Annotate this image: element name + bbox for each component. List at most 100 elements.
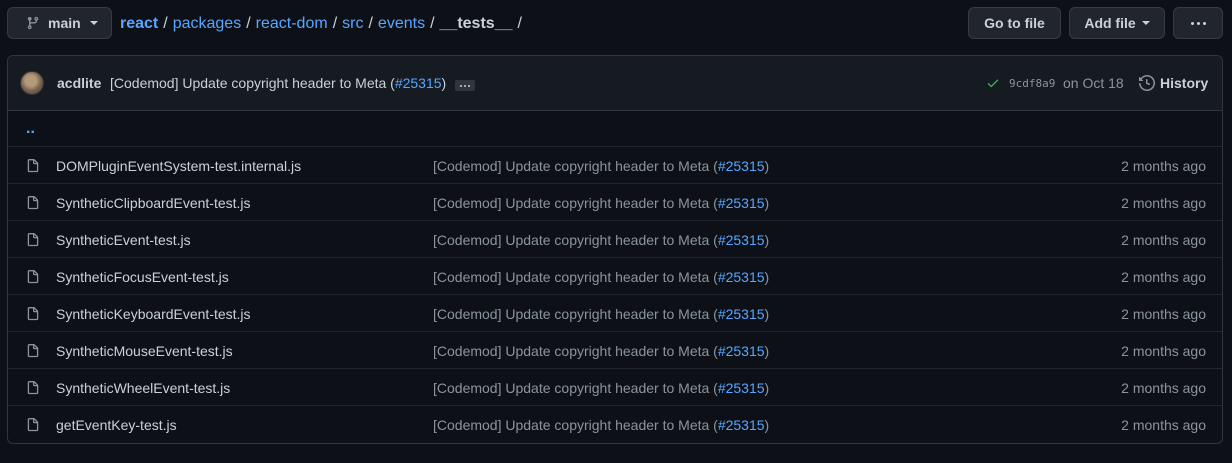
file-commit-age: 2 months ago: [1121, 343, 1206, 359]
file-icon: [27, 233, 39, 247]
file-row[interactable]: SyntheticFocusEvent-test.js [Codemod] Upd…: [8, 258, 1222, 295]
file-commit-message-text: [Codemod] Update copyright header to Met…: [433, 232, 718, 248]
file-name-link[interactable]: SyntheticKeyboardEvent-test.js: [56, 306, 251, 322]
file-name-link[interactable]: SyntheticEvent-test.js: [56, 232, 191, 248]
file-row[interactable]: SyntheticClipboardEvent-test.js [Codemod]…: [8, 184, 1222, 221]
file-commit-message-suffix: ): [764, 195, 770, 211]
breadcrumb: react / packages / react-dom / src / eve…: [120, 13, 527, 35]
breadcrumb-current-dir: __tests__: [439, 15, 513, 32]
git-branch-icon: [27, 16, 39, 30]
file-commit-message-text: [Codemod] Update copyright header to Met…: [433, 417, 718, 433]
commit-message-text: [Codemod] Update copyright header to Met…: [110, 75, 395, 91]
file-name-link[interactable]: getEventKey-test.js: [56, 417, 177, 433]
breadcrumb-repo-link[interactable]: react: [120, 15, 158, 33]
file-name-link[interactable]: SyntheticClipboardEvent-test.js: [56, 195, 251, 211]
add-file-label: Add file: [1084, 15, 1136, 31]
file-commit-message[interactable]: [Codemod] Update copyright header to Met…: [433, 232, 769, 248]
file-commit-message[interactable]: [Codemod] Update copyright header to Met…: [433, 158, 769, 174]
file-commit-message[interactable]: [Codemod] Update copyright header to Met…: [433, 269, 769, 285]
file-row[interactable]: SyntheticMouseEvent-test.js [Codemod] Upd…: [8, 332, 1222, 369]
go-to-file-label: Go to file: [984, 15, 1045, 31]
commit-sha[interactable]: 9cdf8a9: [1009, 77, 1055, 90]
file-commit-pr-link[interactable]: #25315: [718, 269, 765, 285]
file-name-link[interactable]: SyntheticMouseEvent-test.js: [56, 343, 233, 359]
file-icon: [27, 270, 39, 284]
kebab-horizontal-icon: [1190, 21, 1206, 25]
file-commit-message-text: [Codemod] Update copyright header to Met…: [433, 269, 718, 285]
file-commit-message-text: [Codemod] Update copyright header to Met…: [433, 306, 718, 322]
file-commit-message[interactable]: [Codemod] Update copyright header to Met…: [433, 195, 769, 211]
file-commit-message[interactable]: [Codemod] Update copyright header to Met…: [433, 380, 769, 396]
file-commit-message-suffix: ): [764, 232, 770, 248]
file-commit-message-text: [Codemod] Update copyright header to Met…: [433, 380, 718, 396]
file-icon: [27, 344, 39, 358]
file-commit-pr-link[interactable]: #25315: [718, 380, 765, 396]
file-commit-age: 2 months ago: [1121, 232, 1206, 248]
file-commit-message[interactable]: [Codemod] Update copyright header to Met…: [433, 417, 769, 433]
file-commit-pr-link[interactable]: #25315: [718, 232, 765, 248]
file-commit-pr-link[interactable]: #25315: [718, 343, 765, 359]
file-commit-age: 2 months ago: [1121, 269, 1206, 285]
file-row[interactable]: SyntheticEvent-test.js [Codemod] Update c…: [8, 221, 1222, 258]
chevron-down-icon: [1141, 21, 1150, 25]
file-name-link[interactable]: SyntheticFocusEvent-test.js: [56, 269, 229, 285]
parent-directory-row[interactable]: ..: [8, 111, 1222, 147]
file-commit-message-suffix: ): [764, 269, 770, 285]
file-commit-message-suffix: ): [764, 158, 770, 174]
breadcrumb-separator: /: [163, 15, 168, 32]
breadcrumb-link-packages[interactable]: packages: [173, 15, 242, 33]
breadcrumb-separator: /: [368, 15, 373, 32]
file-commit-message[interactable]: [Codemod] Update copyright header to Met…: [433, 306, 769, 322]
file-commit-message-suffix: ): [764, 380, 770, 396]
commit-message[interactable]: [Codemod] Update copyright header to Met…: [110, 75, 446, 91]
breadcrumb-link-src[interactable]: src: [342, 15, 363, 33]
file-commit-message-suffix: ): [764, 343, 770, 359]
file-commit-age: 2 months ago: [1121, 380, 1206, 396]
file-icon: [27, 418, 39, 432]
repo-toolbar: main react / packages / react-dom / src …: [0, 0, 1232, 48]
file-commit-age: 2 months ago: [1121, 306, 1206, 322]
commit-author[interactable]: acdlite: [57, 75, 101, 91]
add-file-button[interactable]: Add file: [1069, 7, 1165, 39]
file-commit-message-text: [Codemod] Update copyright header to Met…: [433, 158, 718, 174]
file-icon: [27, 307, 39, 321]
file-commit-pr-link[interactable]: #25315: [718, 158, 765, 174]
file-row[interactable]: getEventKey-test.js [Codemod] Update copy…: [8, 406, 1222, 443]
file-commit-message-suffix: ): [764, 417, 770, 433]
chevron-down-icon: [89, 21, 98, 25]
file-browser: acdlite [Codemod] Update copyright heade…: [7, 55, 1223, 444]
breadcrumb-separator: /: [430, 15, 435, 32]
file-icon: [27, 159, 39, 173]
file-commit-message[interactable]: [Codemod] Update copyright header to Met…: [433, 343, 769, 359]
go-to-file-button[interactable]: Go to file: [968, 7, 1061, 39]
commit-pr-link[interactable]: #25315: [395, 75, 442, 91]
history-label: History: [1160, 75, 1209, 91]
history-link[interactable]: History: [1139, 75, 1208, 91]
commit-date: on Oct 18: [1063, 75, 1124, 91]
file-row[interactable]: DOMPluginEventSystem-test.internal.js [Co…: [8, 147, 1222, 184]
breadcrumb-link-react-dom[interactable]: react-dom: [256, 15, 328, 33]
commit-message-suffix: ): [441, 75, 447, 91]
branch-select-button[interactable]: main: [7, 7, 112, 39]
history-icon: [1139, 75, 1155, 91]
file-commit-pr-link[interactable]: #25315: [718, 195, 765, 211]
file-commit-message-text: [Codemod] Update copyright header to Met…: [433, 195, 718, 211]
more-options-button[interactable]: [1173, 7, 1223, 39]
branch-name: main: [48, 15, 81, 31]
file-name-link[interactable]: DOMPluginEventSystem-test.internal.js: [56, 158, 301, 174]
file-commit-pr-link[interactable]: #25315: [718, 306, 765, 322]
expand-commit-message-button[interactable]: [455, 80, 475, 91]
file-commit-message-suffix: ): [764, 306, 770, 322]
check-icon[interactable]: [986, 76, 1000, 90]
breadcrumb-separator: /: [246, 15, 251, 32]
file-icon: [27, 196, 39, 210]
file-row[interactable]: SyntheticKeyboardEvent-test.js [Codemod] …: [8, 295, 1222, 332]
breadcrumb-link-events[interactable]: events: [378, 15, 425, 33]
author-avatar[interactable]: [20, 71, 44, 95]
file-row[interactable]: SyntheticWheelEvent-test.js [Codemod] Upd…: [8, 369, 1222, 406]
parent-directory-link[interactable]: ..: [26, 120, 35, 138]
file-commit-pr-link[interactable]: #25315: [718, 417, 765, 433]
file-name-link[interactable]: SyntheticWheelEvent-test.js: [56, 380, 230, 396]
file-commit-age: 2 months ago: [1121, 417, 1206, 433]
breadcrumb-separator: /: [332, 15, 338, 32]
